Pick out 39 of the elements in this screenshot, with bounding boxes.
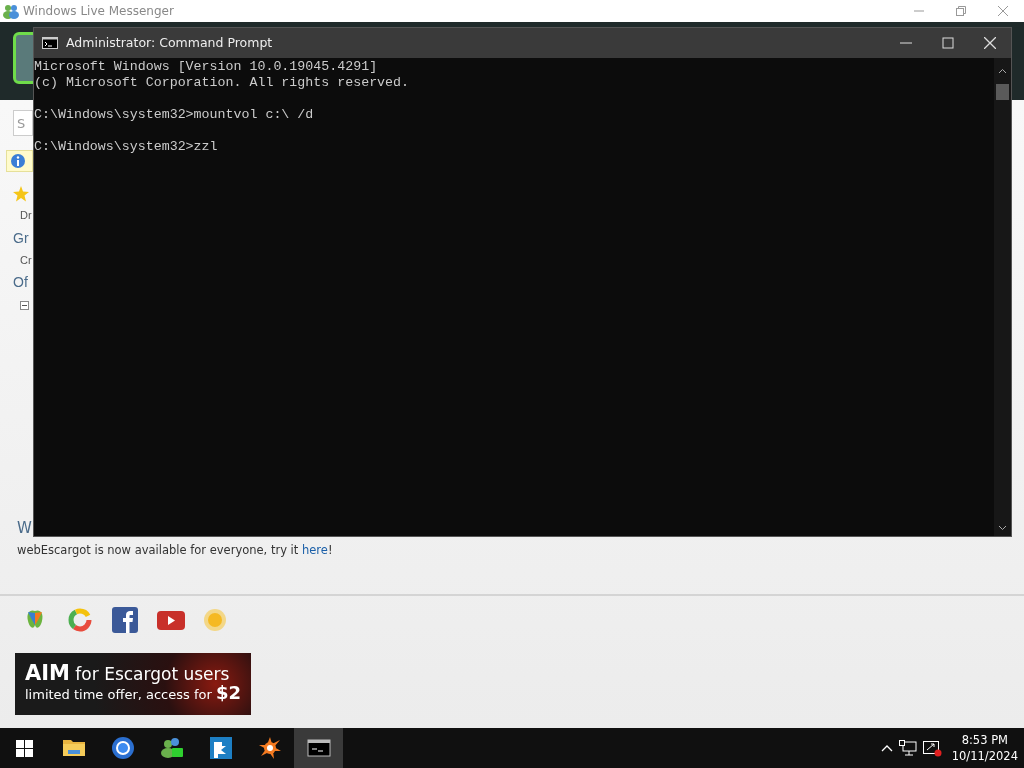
star-icon — [13, 186, 29, 203]
scrollbar[interactable] — [994, 58, 1011, 536]
console-line: C:\Windows\system32>mountvol c:\ /d — [34, 107, 315, 123]
here-link[interactable]: here — [301, 543, 328, 557]
clock[interactable]: 8:53 PM 10/11/2024 — [947, 732, 1024, 764]
console-icon — [306, 736, 331, 760]
clock-date: 10/11/2024 — [951, 748, 1018, 764]
buddy-icon — [3, 3, 19, 19]
maximize-button[interactable] — [942, 37, 954, 49]
window-title: Windows Live Messenger — [23, 3, 174, 20]
chevron-up-icon[interactable] — [880, 744, 893, 752]
console-line: (c) Microsoft Corporation. All rights reserved. — [34, 75, 411, 91]
arrow-app-icon — [208, 736, 233, 760]
console-line: C:\Windows\system32>zzl — [34, 139, 219, 155]
scroll-thumb[interactable] — [996, 84, 1009, 100]
restore-button[interactable] — [956, 6, 966, 16]
contact-name[interactable]: Dr — [13, 204, 32, 226]
collapse-icon[interactable] — [20, 300, 29, 310]
console-line: Microsoft Windows [Version 10.0.19045.4291] — [34, 59, 379, 75]
splat-icon — [257, 736, 282, 760]
console-icon — [42, 37, 58, 49]
news-text: webEscargot is now available for everyone, try it here! — [17, 542, 333, 559]
ad-banner[interactable]: AIM for Escargot users limited time offer, access for $2 — [15, 653, 251, 715]
facebook-icon[interactable] — [112, 607, 140, 633]
taskbar-app[interactable] — [294, 728, 343, 768]
news-heading: W — [17, 518, 32, 539]
window-title: Administrator: Command Prompt — [66, 33, 273, 52]
windows-logo-icon — [16, 739, 33, 757]
group-heading[interactable]: Of — [13, 271, 28, 293]
buddy-icon — [159, 736, 184, 760]
banner-headline: AIM for Escargot users — [25, 663, 231, 684]
banner-offer: limited time offer, access for $2 — [25, 684, 242, 704]
browser-icon — [110, 736, 135, 760]
remote-desktop-icon[interactable] — [922, 739, 942, 757]
list-item[interactable]: Cr — [13, 249, 32, 271]
group-heading[interactable]: Gr — [13, 227, 29, 249]
clock-time: 8:53 PM — [960, 732, 1009, 748]
info-icon — [10, 153, 26, 169]
network-icon[interactable] — [898, 740, 917, 756]
